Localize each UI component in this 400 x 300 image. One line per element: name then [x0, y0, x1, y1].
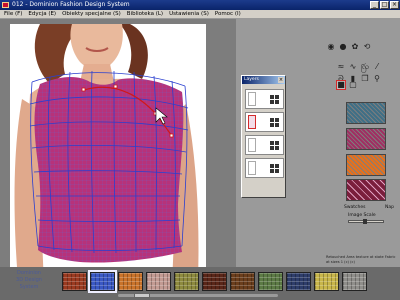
wand-icon[interactable]: ⁄ — [372, 62, 382, 72]
frame-icon[interactable]: ▢ — [348, 80, 358, 90]
logo-line-3: System — [19, 284, 39, 290]
layers-panel-header[interactable]: Layers × — [242, 76, 285, 84]
layer-thumbnail — [248, 115, 256, 129]
menu-help[interactable]: Pomoc (I) — [215, 10, 241, 18]
zigzag-icon[interactable]: ≈ — [336, 62, 346, 72]
logo-line-1: Dominion — [17, 270, 41, 276]
rotate-icon[interactable]: ⟲ — [362, 42, 372, 52]
fabric-navy-check[interactable] — [286, 272, 311, 291]
layer-thumbnail — [248, 138, 256, 152]
image-scale-handle[interactable] — [363, 219, 367, 224]
minimize-button[interactable]: _ — [370, 1, 379, 9]
copy-icon[interactable]: ❐ — [360, 74, 370, 84]
layer-options-icon[interactable] — [270, 163, 279, 173]
close-icon[interactable]: × — [278, 77, 284, 83]
sphere-icon[interactable]: ● — [338, 42, 348, 52]
swatch-labels: Swatches Nap — [344, 205, 394, 210]
layer-thumbnail — [248, 92, 256, 106]
spiral-icon[interactable]: ꩺ — [360, 62, 370, 72]
status-text: Retouched Area texture at state Fabric a… — [326, 255, 396, 264]
fabric-olive-check[interactable] — [174, 272, 199, 291]
layer-options-icon[interactable] — [270, 140, 279, 150]
layers-panel: Layers × — [241, 75, 286, 198]
menu-settings[interactable]: Ustawienia (S) — [169, 10, 209, 18]
app-logo: Dominion 3D Design System — [4, 270, 54, 296]
menu-library[interactable]: Biblioteka (L) — [127, 10, 163, 18]
zoom-icon[interactable]: ⚲ — [372, 74, 382, 84]
fabric-grey-tweed[interactable] — [342, 272, 367, 291]
layer-row[interactable] — [245, 89, 284, 109]
flower-icon[interactable]: ✿ — [350, 42, 360, 52]
fabric-blue-check[interactable] — [88, 270, 117, 293]
square-icon[interactable]: ■ — [336, 80, 346, 90]
teal-swatch[interactable] — [346, 102, 386, 124]
fabric-yellow-tweed[interactable] — [314, 272, 339, 291]
layer-options-icon[interactable] — [270, 117, 279, 127]
globe-icon[interactable]: ◉ — [326, 42, 336, 52]
wave-icon[interactable]: ∿ — [348, 62, 358, 72]
menu-file[interactable]: File (F) — [4, 10, 22, 18]
menu-bar: File (F) Edycja (E) Obiekty specjalne (S… — [0, 10, 400, 19]
image-scale-label: Image Scale — [348, 213, 376, 218]
fabric-rose-knit[interactable] — [146, 272, 171, 291]
swatch-label-left: Swatches — [344, 205, 366, 210]
layer-row[interactable] — [245, 135, 284, 155]
logo-line-2: 3D Design — [16, 277, 42, 283]
menu-special-objects[interactable]: Obiekty specjalne (S) — [62, 10, 121, 18]
fabric-scroll-thumb[interactable] — [134, 293, 150, 298]
fabric-red-plaid[interactable] — [62, 272, 87, 291]
layer-row-active[interactable] — [245, 112, 284, 132]
burgundy-swatch[interactable] — [346, 128, 386, 150]
title-bar: 012 - Dominion Fashion Design System _ □… — [0, 0, 400, 10]
menu-edit[interactable]: Edycja (E) — [28, 10, 56, 18]
orange-swatch[interactable] — [346, 154, 386, 176]
app-icon — [2, 2, 9, 8]
layer-options-icon[interactable] — [270, 94, 279, 104]
fabric-green-grid[interactable] — [258, 272, 283, 291]
design-canvas[interactable] — [10, 24, 206, 281]
model-photo — [14, 24, 199, 281]
close-button[interactable]: × — [390, 1, 399, 9]
workspace — [0, 19, 236, 281]
fabric-brown-check[interactable] — [230, 272, 255, 291]
layers-panel-title: Layers — [244, 77, 259, 82]
checker-swatch[interactable] — [346, 179, 386, 201]
maximize-button[interactable]: □ — [380, 1, 389, 9]
window-title: 012 - Dominion Fashion Design System — [12, 1, 130, 8]
fabric-maroon-check[interactable] — [202, 272, 227, 291]
fabric-scrollbar[interactable] — [118, 293, 278, 298]
layer-row[interactable] — [245, 158, 284, 178]
fabric-orange-plaid[interactable] — [118, 272, 143, 291]
image-scale-slider[interactable] — [348, 219, 384, 224]
swatch-label-right: Nap — [385, 205, 394, 210]
layer-thumbnail — [248, 161, 256, 175]
